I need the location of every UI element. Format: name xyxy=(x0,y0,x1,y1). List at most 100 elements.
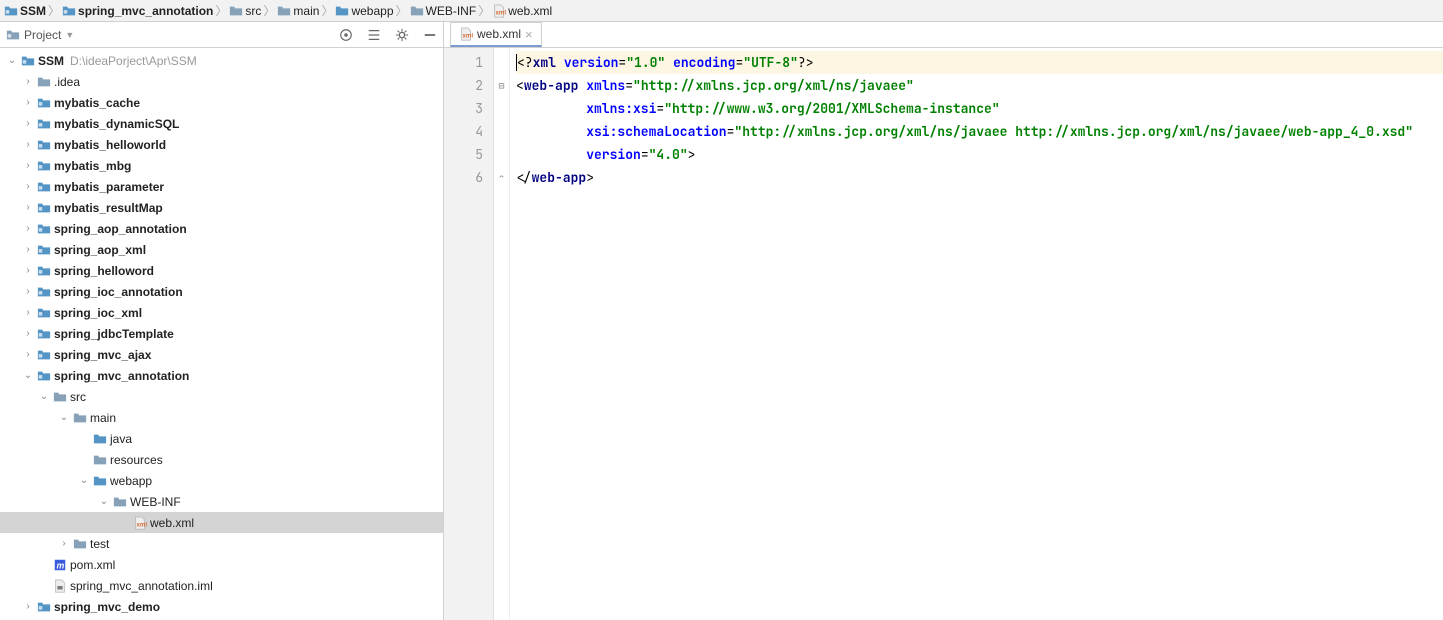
tree-node[interactable]: ⌄ WEB-INF xyxy=(0,491,443,512)
sidebar-header: Project ▼ xyxy=(0,22,443,48)
code-line[interactable]: </web-app> xyxy=(516,166,1443,189)
hide-icon[interactable] xyxy=(423,28,437,42)
tree-node[interactable]: resources xyxy=(0,449,443,470)
code-line[interactable]: <?xml version="1.0" encoding="UTF-8"?> xyxy=(516,51,1443,74)
expand-arrow-icon[interactable]: › xyxy=(20,328,36,339)
tree-node[interactable]: web.xml xyxy=(0,512,443,533)
expand-arrow-icon[interactable]: › xyxy=(20,76,36,87)
expand-arrow-icon[interactable]: › xyxy=(20,181,36,192)
folder-icon xyxy=(112,494,128,510)
tree-node[interactable]: ›spring_aop_xml xyxy=(0,239,443,260)
tree-node[interactable]: ›spring_helloword xyxy=(0,260,443,281)
tree-node[interactable]: ⌄spring_mvc_annotation xyxy=(0,365,443,386)
expand-arrow-icon[interactable]: ⌄ xyxy=(56,412,72,423)
module-icon xyxy=(36,137,52,153)
code-line[interactable]: <web-app xmlns="http://xmlns.jcp.org/xml… xyxy=(516,74,1443,97)
tree-node-label: spring_ioc_xml xyxy=(54,306,142,320)
gear-icon[interactable] xyxy=(395,28,409,42)
tree-node[interactable]: › mybatis_helloworld xyxy=(0,134,443,155)
expand-arrow-icon[interactable]: › xyxy=(20,349,36,360)
tree-node[interactable]: pom.xml xyxy=(0,554,443,575)
tree-node[interactable]: ›test xyxy=(0,533,443,554)
tree-node[interactable]: ›mybatis_resultMap xyxy=(0,197,443,218)
module-icon xyxy=(36,179,52,195)
module-icon xyxy=(36,200,52,216)
breadcrumb-item[interactable]: SSM xyxy=(4,4,46,18)
expand-arrow-icon[interactable]: › xyxy=(56,538,72,549)
module-icon xyxy=(36,284,52,300)
fold-marker[interactable]: ⌃ xyxy=(494,166,509,189)
tree-node[interactable]: ›mybatis_dynamicSQL xyxy=(0,113,443,134)
module-icon xyxy=(36,599,52,615)
tree-node-label: spring_mvc_annotation.iml xyxy=(70,579,213,593)
expand-arrow-icon[interactable]: ⌄ xyxy=(96,496,112,507)
fold-column[interactable]: ⊟⌃ xyxy=(494,48,510,620)
expand-arrow-icon[interactable]: › xyxy=(20,97,36,108)
expand-arrow-icon[interactable]: › xyxy=(20,265,36,276)
tree-node-label: mybatis_helloworld xyxy=(54,138,166,152)
tree-node[interactable]: ⌄src xyxy=(0,386,443,407)
tree-node[interactable]: ⌄main xyxy=(0,407,443,428)
fold-marker xyxy=(494,143,509,166)
tree-node[interactable]: ›spring_aop_annotation xyxy=(0,218,443,239)
expand-arrow-icon[interactable]: ⌄ xyxy=(4,55,20,66)
expand-arrow-icon[interactable]: › xyxy=(20,244,36,255)
expand-arrow-icon[interactable]: › xyxy=(20,202,36,213)
expand-arrow-icon[interactable]: › xyxy=(20,118,36,129)
code-body[interactable]: <?xml version="1.0" encoding="UTF-8"?><w… xyxy=(510,48,1443,620)
module-icon xyxy=(36,326,52,342)
breadcrumb-label: src xyxy=(245,4,261,18)
tree-node[interactable]: ›mybatis_parameter xyxy=(0,176,443,197)
tree-node[interactable]: › .idea xyxy=(0,71,443,92)
expand-arrow-icon[interactable]: ⌄ xyxy=(76,475,92,486)
tree-node[interactable]: ⌄webapp xyxy=(0,470,443,491)
expand-arrow-icon[interactable]: › xyxy=(20,160,36,171)
expand-arrow-icon[interactable]: › xyxy=(20,139,36,150)
code-line[interactable]: xsi:schemaLocation="http://xmlns.jcp.org… xyxy=(516,120,1443,143)
tree-node[interactable]: › mybatis_mbg xyxy=(0,155,443,176)
tree-node[interactable]: spring_mvc_annotation.iml xyxy=(0,575,443,596)
expand-arrow-icon[interactable]: › xyxy=(20,223,36,234)
fold-marker[interactable]: ⊟ xyxy=(494,74,509,97)
breadcrumb-item[interactable]: web.xml xyxy=(492,4,552,18)
tree-node[interactable]: › mybatis_cache xyxy=(0,92,443,113)
breadcrumb-item[interactable]: spring_mvc_annotation xyxy=(62,4,213,18)
expand-arrow-icon[interactable]: › xyxy=(20,307,36,318)
tree-node[interactable]: › spring_ioc_xml xyxy=(0,302,443,323)
breadcrumb-separator: 〉 xyxy=(215,2,227,19)
breadcrumb-separator: 〉 xyxy=(321,2,333,19)
expand-arrow-icon[interactable]: › xyxy=(20,286,36,297)
tree-node[interactable]: ›spring_jdbcTemplate xyxy=(0,323,443,344)
breadcrumb-item[interactable]: WEB-INF xyxy=(410,4,477,18)
tree-node-label: WEB-INF xyxy=(130,495,181,509)
folder-icon xyxy=(229,4,243,18)
tab-label: web.xml xyxy=(477,27,521,41)
breadcrumb-item[interactable]: main xyxy=(277,4,319,18)
tree-node-label: .idea xyxy=(54,75,80,89)
collapse-icon[interactable] xyxy=(367,28,381,42)
tree-node[interactable]: ›spring_mvc_demo xyxy=(0,596,443,617)
tab-web-xml[interactable]: web.xml × xyxy=(450,22,542,47)
expand-arrow-icon[interactable]: ⌄ xyxy=(36,391,52,402)
tree-node[interactable]: ›spring_ioc_annotation xyxy=(0,281,443,302)
tree-node-label: web.xml xyxy=(150,516,194,530)
breadcrumb-item[interactable]: webapp xyxy=(335,4,393,18)
project-dropdown[interactable]: Project ▼ xyxy=(6,28,74,42)
tree-node-label: resources xyxy=(110,453,163,467)
code-line[interactable]: version="4.0"> xyxy=(516,143,1443,166)
tree-node[interactable]: java xyxy=(0,428,443,449)
expand-arrow-icon[interactable]: › xyxy=(20,601,36,612)
tree-node-label: mybatis_cache xyxy=(54,96,140,110)
close-icon[interactable]: × xyxy=(525,27,533,42)
folder-icon xyxy=(410,4,424,18)
expand-arrow-icon[interactable]: ⌄ xyxy=(20,370,36,381)
tree-node-label: mybatis_mbg xyxy=(54,159,131,173)
project-tree[interactable]: ⌄SSMD:\ideaPorject\Apr\SSM›.idea›mybatis… xyxy=(0,48,443,620)
code-area[interactable]: 123456 ⊟⌃ <?xml version="1.0" encoding="… xyxy=(444,48,1443,620)
line-gutter: 123456 xyxy=(444,48,494,620)
tree-node[interactable]: ⌄SSMD:\ideaPorject\Apr\SSM xyxy=(0,50,443,71)
target-icon[interactable] xyxy=(339,28,353,42)
code-line[interactable]: xmlns:xsi="http://www.w3.org/2001/XMLSch… xyxy=(516,97,1443,120)
tree-node[interactable]: ›spring_mvc_ajax xyxy=(0,344,443,365)
breadcrumb-item[interactable]: src xyxy=(229,4,261,18)
